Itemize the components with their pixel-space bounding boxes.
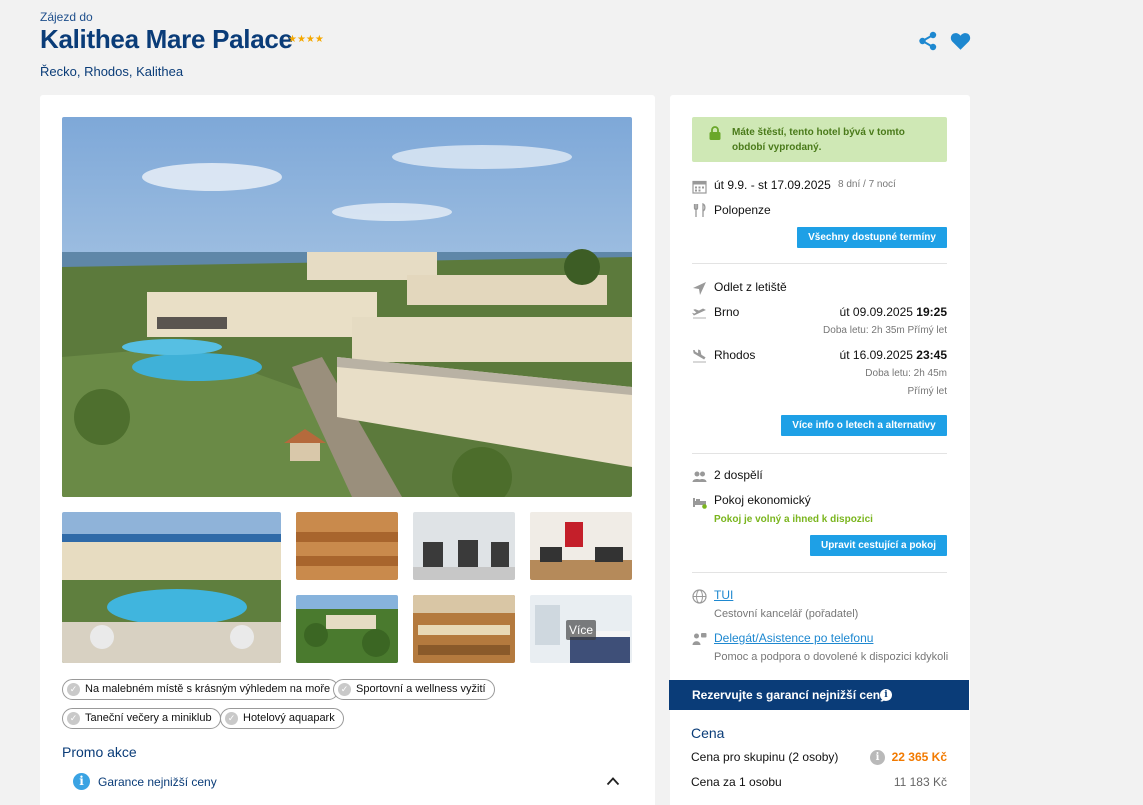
thumbnail-gym[interactable]: [530, 512, 632, 580]
room-status: Pokoj je volný a ihned k dispozici: [714, 514, 873, 525]
plane-landing-icon: [693, 349, 706, 363]
group-price: 22 365 Kč: [891, 750, 947, 764]
feature-tag: ✓ Na malebném místě s krásným výhledem na…: [62, 679, 340, 700]
heart-icon[interactable]: [950, 31, 971, 51]
price-heading: Cena: [691, 725, 725, 741]
feature-tag: ✓ Sportovní a wellness vyžití: [333, 679, 495, 700]
breadcrumb-subtitle: Zájezd do: [40, 10, 93, 24]
travelers-count: 2 dospělí: [714, 468, 763, 482]
inbound-type: Přímý let: [907, 386, 947, 397]
travel-duration: 8 dní / 7 nocí: [838, 179, 896, 190]
hotel-stars: ★★★★: [288, 34, 324, 45]
flights-info-button[interactable]: Více info o letech a alternativy: [781, 415, 947, 436]
feature-tag: ✓ Hotelový aquapark: [220, 708, 344, 729]
info-icon: i: [73, 773, 90, 790]
all-dates-button[interactable]: Všechny dostupné termíny: [797, 227, 947, 248]
thumbnail-restaurant[interactable]: [413, 595, 515, 663]
check-icon: ✓: [67, 712, 80, 725]
person-price-label: Cena za 1 osobu: [691, 775, 782, 789]
outbound-time: 19:25: [916, 305, 947, 319]
more-photos-label[interactable]: Více: [566, 620, 596, 640]
price-info-icon[interactable]: i: [870, 750, 885, 765]
inbound-from: Rhodos: [714, 348, 756, 362]
outbound-info: Doba letu: 2h 35m Přímý let: [823, 325, 947, 336]
divider: [692, 572, 947, 573]
divider: [692, 453, 947, 454]
delegate-link[interactable]: Delegát/Asistence po telefonu: [714, 631, 873, 645]
promo-heading: Promo akce: [62, 744, 137, 760]
outbound-date: út 09.09.2025: [839, 305, 913, 319]
bed-icon: [693, 498, 707, 509]
group-price-label: Cena pro skupinu (2 osoby): [691, 750, 839, 764]
person-price: 11 183 Kč: [893, 775, 947, 789]
navigation-arrow-icon: [693, 282, 706, 295]
thumbnail-garden[interactable]: [296, 595, 398, 663]
outbound-datetime: út 09.09.2025 19:25: [840, 305, 947, 319]
globe-icon: [692, 589, 707, 604]
plane-takeoff-icon: [692, 308, 706, 319]
divider: [692, 263, 947, 264]
people-icon: [692, 471, 707, 482]
page-title: Kalithea Mare Palace: [40, 24, 293, 54]
operator-description: Cestovní kancelář (pořadatel): [714, 608, 859, 620]
board-type: Polopenze: [714, 203, 771, 217]
promo-item-guarantee[interactable]: Garance nejnižší ceny: [98, 775, 217, 789]
availability-notice: Máte štěstí, tento hotel bývá v tomto ob…: [692, 117, 947, 162]
edit-travelers-button[interactable]: Upravit cestující a pokoj: [810, 535, 947, 556]
check-icon: ✓: [67, 683, 80, 696]
share-icon[interactable]: [918, 31, 938, 51]
chevron-up-icon[interactable]: [606, 776, 620, 786]
support-icon: [692, 633, 707, 645]
operator-link[interactable]: TUI: [714, 588, 733, 602]
inbound-time: 23:45: [916, 348, 947, 362]
price-guarantee-banner: Rezervujte s garancí nejnižší ceny! i: [669, 680, 969, 710]
hotel-location[interactable]: Řecko, Rhodos, Kalithea: [40, 64, 183, 79]
thumbnail-pool-view[interactable]: [62, 512, 281, 663]
inbound-datetime: út 16.09.2025 23:45: [840, 348, 947, 362]
thumbnail-sauna[interactable]: [296, 512, 398, 580]
travel-dates: út 9.9. - st 17.09.2025: [714, 178, 831, 192]
thumbnail-lobby[interactable]: [413, 512, 515, 580]
inbound-date: út 16.09.2025: [839, 348, 913, 362]
inbound-info: Doba letu: 2h 45m: [865, 368, 947, 379]
departure-label: Odlet z letiště: [714, 280, 787, 294]
info-icon[interactable]: i: [880, 689, 892, 701]
main-hotel-photo[interactable]: [62, 117, 632, 497]
outbound-from: Brno: [714, 305, 740, 319]
room-type: Pokoj ekonomický: [714, 493, 811, 507]
check-icon: ✓: [338, 683, 351, 696]
feature-tag: ✓ Taneční večery a miniklub: [62, 708, 221, 729]
cutlery-icon: [693, 203, 706, 217]
check-icon: ✓: [225, 712, 238, 725]
lock-icon: [709, 126, 721, 140]
calendar-icon: [692, 180, 707, 194]
delegate-description: Pomoc a podpora o dovolené k dispozici k…: [714, 651, 949, 663]
